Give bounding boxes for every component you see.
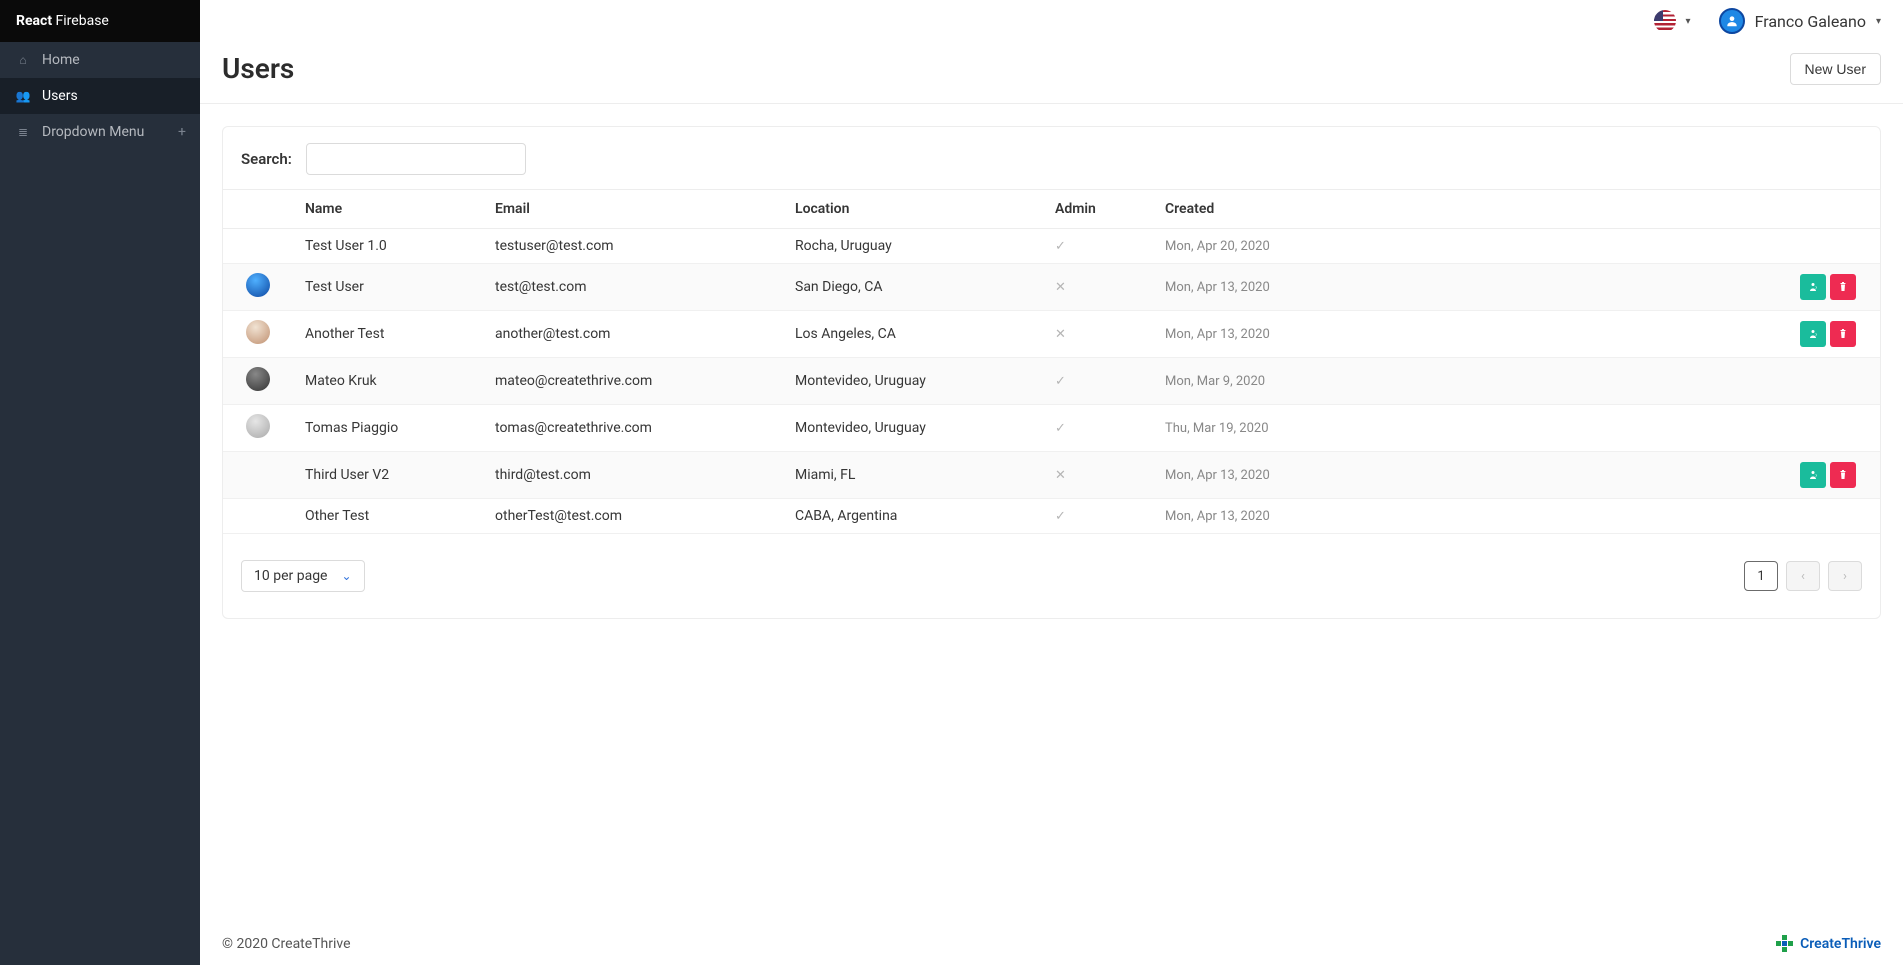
chevron-down-icon: ▾ — [1686, 16, 1691, 27]
check-icon: ✓ — [1055, 239, 1066, 254]
edit-user-button[interactable] — [1800, 274, 1826, 300]
topbar: ▾ Franco Galeano ▾ — [200, 0, 1903, 42]
cell-location: San Diego, CA — [783, 264, 1043, 311]
edit-user-button[interactable] — [1800, 321, 1826, 347]
brand: React Firebase — [0, 0, 200, 42]
createthrive-icon — [1776, 935, 1794, 953]
footer-copyright: © 2020 CreateThrive — [222, 936, 351, 952]
chevron-right-icon: › — [1843, 569, 1847, 584]
cell-email: tomas@createthrive.com — [483, 405, 783, 452]
check-icon: ✓ — [1055, 509, 1066, 524]
nav-icon: 👥 — [14, 89, 32, 103]
cell-email: another@test.com — [483, 311, 783, 358]
cell-location: Montevideo, Uruguay — [783, 405, 1043, 452]
users-table: Name Email Location Admin Created Test U… — [223, 189, 1880, 534]
plus-icon: + — [178, 124, 186, 140]
cell-location: Montevideo, Uruguay — [783, 358, 1043, 405]
search-label: Search: — [241, 150, 292, 168]
avatar — [246, 414, 270, 438]
page-next-button[interactable]: › — [1828, 561, 1862, 591]
table-row: Tomas Piaggiotomas@createthrive.comMonte… — [223, 405, 1880, 452]
username-label: Franco Galeano — [1755, 12, 1866, 31]
col-header-email: Email — [483, 190, 783, 229]
cell-created: Mon, Apr 20, 2020 — [1165, 239, 1270, 254]
per-page-label: 10 per page — [254, 568, 327, 584]
x-icon: ✕ — [1055, 280, 1066, 295]
createthrive-logo[interactable]: CreateThrive — [1776, 935, 1881, 953]
user-menu[interactable]: Franco Galeano ▾ — [1719, 8, 1881, 34]
sidebar-item-home[interactable]: ⌂ Home — [0, 42, 200, 78]
table-row: Third User V2third@test.comMiami, FL ✕ Mon… — [223, 452, 1880, 499]
avatar — [246, 273, 270, 297]
delete-user-button[interactable] — [1830, 321, 1856, 347]
cell-location: Rocha, Uruguay — [783, 229, 1043, 264]
sidebar-item-label: Dropdown Menu — [42, 124, 144, 140]
new-user-button[interactable]: New User — [1790, 53, 1881, 85]
avatar — [246, 320, 270, 344]
delete-user-button[interactable] — [1830, 462, 1856, 488]
sidebar-item-dropdown-menu[interactable]: ≣ Dropdown Menu + — [0, 114, 200, 150]
sidebar-nav: ⌂ Home 👥 Users ≣ Dropdown Menu + — [0, 42, 200, 150]
edit-user-button[interactable] — [1800, 462, 1826, 488]
flag-us-icon — [1654, 10, 1676, 32]
cell-created: Mon, Apr 13, 2020 — [1165, 327, 1270, 342]
cell-name: Mateo Kruk — [293, 358, 483, 405]
cell-location: Miami, FL — [783, 452, 1043, 499]
page-title: Users — [222, 52, 294, 85]
chevron-down-icon: ⌄ — [341, 569, 351, 583]
x-icon: ✕ — [1055, 327, 1066, 342]
cell-name: Tomas Piaggio — [293, 405, 483, 452]
page-prev-button[interactable]: ‹ — [1786, 561, 1820, 591]
table-row: Test User 1.0testuser@test.comRocha, Uru… — [223, 229, 1880, 264]
col-header-created: Created — [1153, 190, 1353, 229]
cell-name: Another Test — [293, 311, 483, 358]
col-header-location: Location — [783, 190, 1043, 229]
cell-name: Third User V2 — [293, 452, 483, 499]
table-row: Another Testanother@test.comLos Angeles,… — [223, 311, 1880, 358]
search-input[interactable] — [306, 143, 526, 175]
table-row: Mateo Krukmateo@createthrive.comMontevid… — [223, 358, 1880, 405]
cell-location: Los Angeles, CA — [783, 311, 1043, 358]
cell-name: Test User — [293, 264, 483, 311]
nav-icon: ≣ — [14, 125, 32, 139]
cell-email: mateo@createthrive.com — [483, 358, 783, 405]
avatar — [246, 367, 270, 391]
cell-location: CABA, Argentina — [783, 499, 1043, 534]
delete-user-button[interactable] — [1830, 274, 1856, 300]
cell-email: third@test.com — [483, 452, 783, 499]
check-icon: ✓ — [1055, 374, 1066, 389]
table-row: Test Usertest@test.comSan Diego, CA ✕ Mon,… — [223, 264, 1880, 311]
language-selector[interactable]: ▾ — [1654, 10, 1691, 32]
check-icon: ✓ — [1055, 421, 1066, 436]
cell-created: Mon, Apr 13, 2020 — [1165, 468, 1270, 483]
col-header-name: Name — [293, 190, 483, 229]
per-page-select[interactable]: 10 per page ⌄ — [241, 560, 365, 592]
cell-created: Mon, Apr 13, 2020 — [1165, 280, 1270, 295]
col-header-admin: Admin — [1043, 190, 1153, 229]
footer: © 2020 CreateThrive CreateThrive — [200, 923, 1903, 965]
cell-name: Test User 1.0 — [293, 229, 483, 264]
sidebar: React Firebase ⌂ Home 👥 Users ≣ Dropdown Menu… — [0, 0, 200, 965]
chevron-down-icon: ▾ — [1876, 16, 1881, 27]
users-card: Search: Name Email Location Admin Create… — [222, 126, 1881, 619]
avatar — [246, 461, 270, 485]
sidebar-item-label: Home — [42, 52, 80, 68]
cell-created: Mon, Mar 9, 2020 — [1165, 374, 1265, 389]
cell-email: testuser@test.com — [483, 229, 783, 264]
table-row: Other TestotherTest@test.comCABA, Argent… — [223, 499, 1880, 534]
sidebar-item-label: Users — [42, 88, 78, 104]
cell-created: Mon, Apr 13, 2020 — [1165, 509, 1270, 524]
nav-icon: ⌂ — [14, 53, 32, 67]
sidebar-item-users[interactable]: 👥 Users — [0, 78, 200, 114]
chevron-left-icon: ‹ — [1801, 569, 1805, 584]
cell-email: otherTest@test.com — [483, 499, 783, 534]
page-1-button[interactable]: 1 — [1744, 561, 1778, 591]
x-icon: ✕ — [1055, 468, 1066, 483]
page-header: Users New User — [200, 42, 1903, 104]
avatar — [1719, 8, 1745, 34]
pagination: 1 ‹ › — [1744, 561, 1862, 591]
cell-name: Other Test — [293, 499, 483, 534]
cell-email: test@test.com — [483, 264, 783, 311]
cell-created: Thu, Mar 19, 2020 — [1165, 421, 1269, 436]
